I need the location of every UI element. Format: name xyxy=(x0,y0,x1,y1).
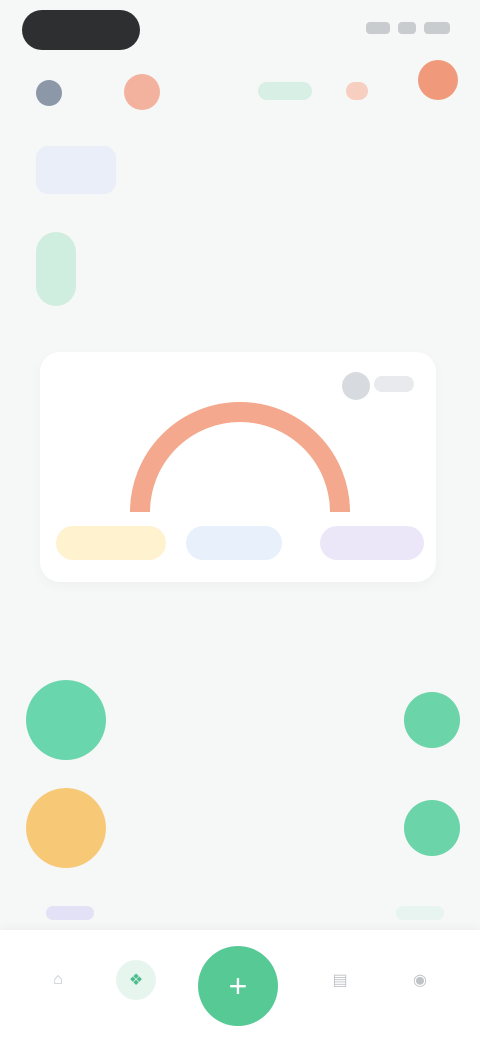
header-badge-green xyxy=(258,82,312,100)
day-item-4[interactable] xyxy=(223,232,263,306)
chip-blue[interactable] xyxy=(186,526,282,560)
mini-tag-left xyxy=(46,906,94,920)
status-pill xyxy=(22,10,140,50)
chart-icon[interactable]: ▤ xyxy=(320,960,360,1000)
day-item-2[interactable] xyxy=(98,232,138,306)
item-action-button[interactable] xyxy=(404,692,460,748)
item-text xyxy=(124,717,404,723)
list-item[interactable] xyxy=(26,778,460,878)
progress-arc xyxy=(130,402,350,512)
item-action-button[interactable] xyxy=(404,800,460,856)
greeting-badge xyxy=(36,146,116,194)
date-strip xyxy=(36,232,450,312)
leaf-icon[interactable]: ❖ xyxy=(116,960,156,1000)
chip-yellow[interactable] xyxy=(56,526,166,560)
chip-purple[interactable] xyxy=(320,526,424,560)
toggle-icon[interactable] xyxy=(342,372,370,400)
header-dot-orange xyxy=(124,74,160,110)
add-button[interactable]: + xyxy=(198,946,278,1026)
arc-fill xyxy=(130,402,350,512)
notification-icon[interactable] xyxy=(418,60,458,100)
day-item-6[interactable] xyxy=(348,232,388,306)
wifi-icon xyxy=(398,22,416,34)
day-item-7[interactable] xyxy=(410,232,450,306)
summary-card xyxy=(40,352,436,582)
tab-bar: ⌂ ❖ + ▤ ◉ xyxy=(0,930,480,1040)
battery-icon xyxy=(424,22,450,34)
day-item-5[interactable] xyxy=(285,232,325,306)
header-dot-small xyxy=(346,82,368,100)
status-icons xyxy=(366,22,450,34)
greeting-row xyxy=(36,146,130,194)
item-icon-green xyxy=(26,680,106,760)
arc-track xyxy=(130,402,350,512)
signal-icon xyxy=(366,22,390,34)
item-text xyxy=(124,825,404,831)
item-icon-orange xyxy=(26,788,106,868)
toggle-label[interactable] xyxy=(374,376,414,392)
day-item-3[interactable] xyxy=(161,232,201,306)
list-item[interactable] xyxy=(26,670,460,770)
home-icon[interactable]: ⌂ xyxy=(38,960,78,1000)
avatar[interactable] xyxy=(36,80,62,106)
day-item-1[interactable] xyxy=(36,232,76,306)
profile-icon[interactable]: ◉ xyxy=(400,960,440,1000)
mini-tag-right xyxy=(396,906,444,920)
